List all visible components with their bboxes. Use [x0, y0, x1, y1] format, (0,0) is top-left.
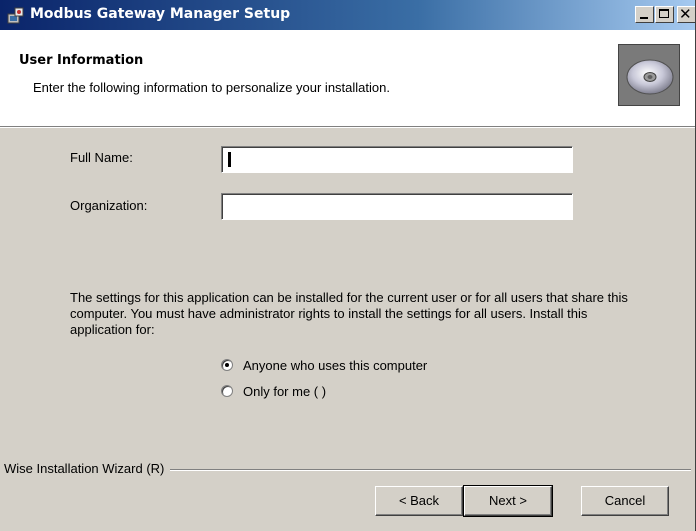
close-icon: ✕ — [679, 5, 692, 23]
close-button[interactable]: ✕ — [677, 5, 696, 23]
header-banner: User Information Enter the following inf… — [0, 30, 696, 128]
radio-anyone[interactable]: Anyone who uses this computer — [221, 358, 481, 376]
radio-anyone-label: Anyone who uses this computer — [243, 358, 428, 373]
full-name-label: Full Name: — [70, 150, 133, 165]
page-subtitle: Enter the following information to perso… — [33, 80, 390, 95]
full-name-input[interactable] — [221, 146, 573, 173]
cancel-button[interactable]: Cancel — [581, 486, 669, 516]
minimize-icon — [640, 17, 648, 19]
setup-icon — [7, 7, 24, 24]
text-caret — [228, 152, 231, 167]
minimize-button[interactable] — [635, 6, 654, 23]
title-bar[interactable]: Modbus Gateway Manager Setup ✕ — [0, 0, 696, 30]
page-title: User Information — [19, 53, 144, 68]
wizard-brand-label: Wise Installation Wizard (R) — [4, 461, 171, 476]
next-button[interactable]: Next > — [463, 485, 553, 517]
cd-disc-icon — [618, 44, 680, 106]
radio-only-me[interactable]: Only for me ( ) — [221, 384, 381, 402]
organization-input[interactable] — [221, 193, 573, 220]
radio-button-unchecked[interactable] — [221, 385, 233, 397]
maximize-icon — [659, 9, 669, 18]
radio-button-checked[interactable] — [221, 359, 233, 371]
window-title: Modbus Gateway Manager Setup — [30, 6, 291, 22]
maximize-button[interactable] — [655, 6, 674, 23]
back-button[interactable]: < Back — [375, 486, 463, 516]
radio-only-me-label: Only for me ( ) — [243, 384, 327, 399]
organization-label: Organization: — [70, 198, 148, 213]
install-scope-description: The settings for this application can be… — [70, 290, 628, 337]
